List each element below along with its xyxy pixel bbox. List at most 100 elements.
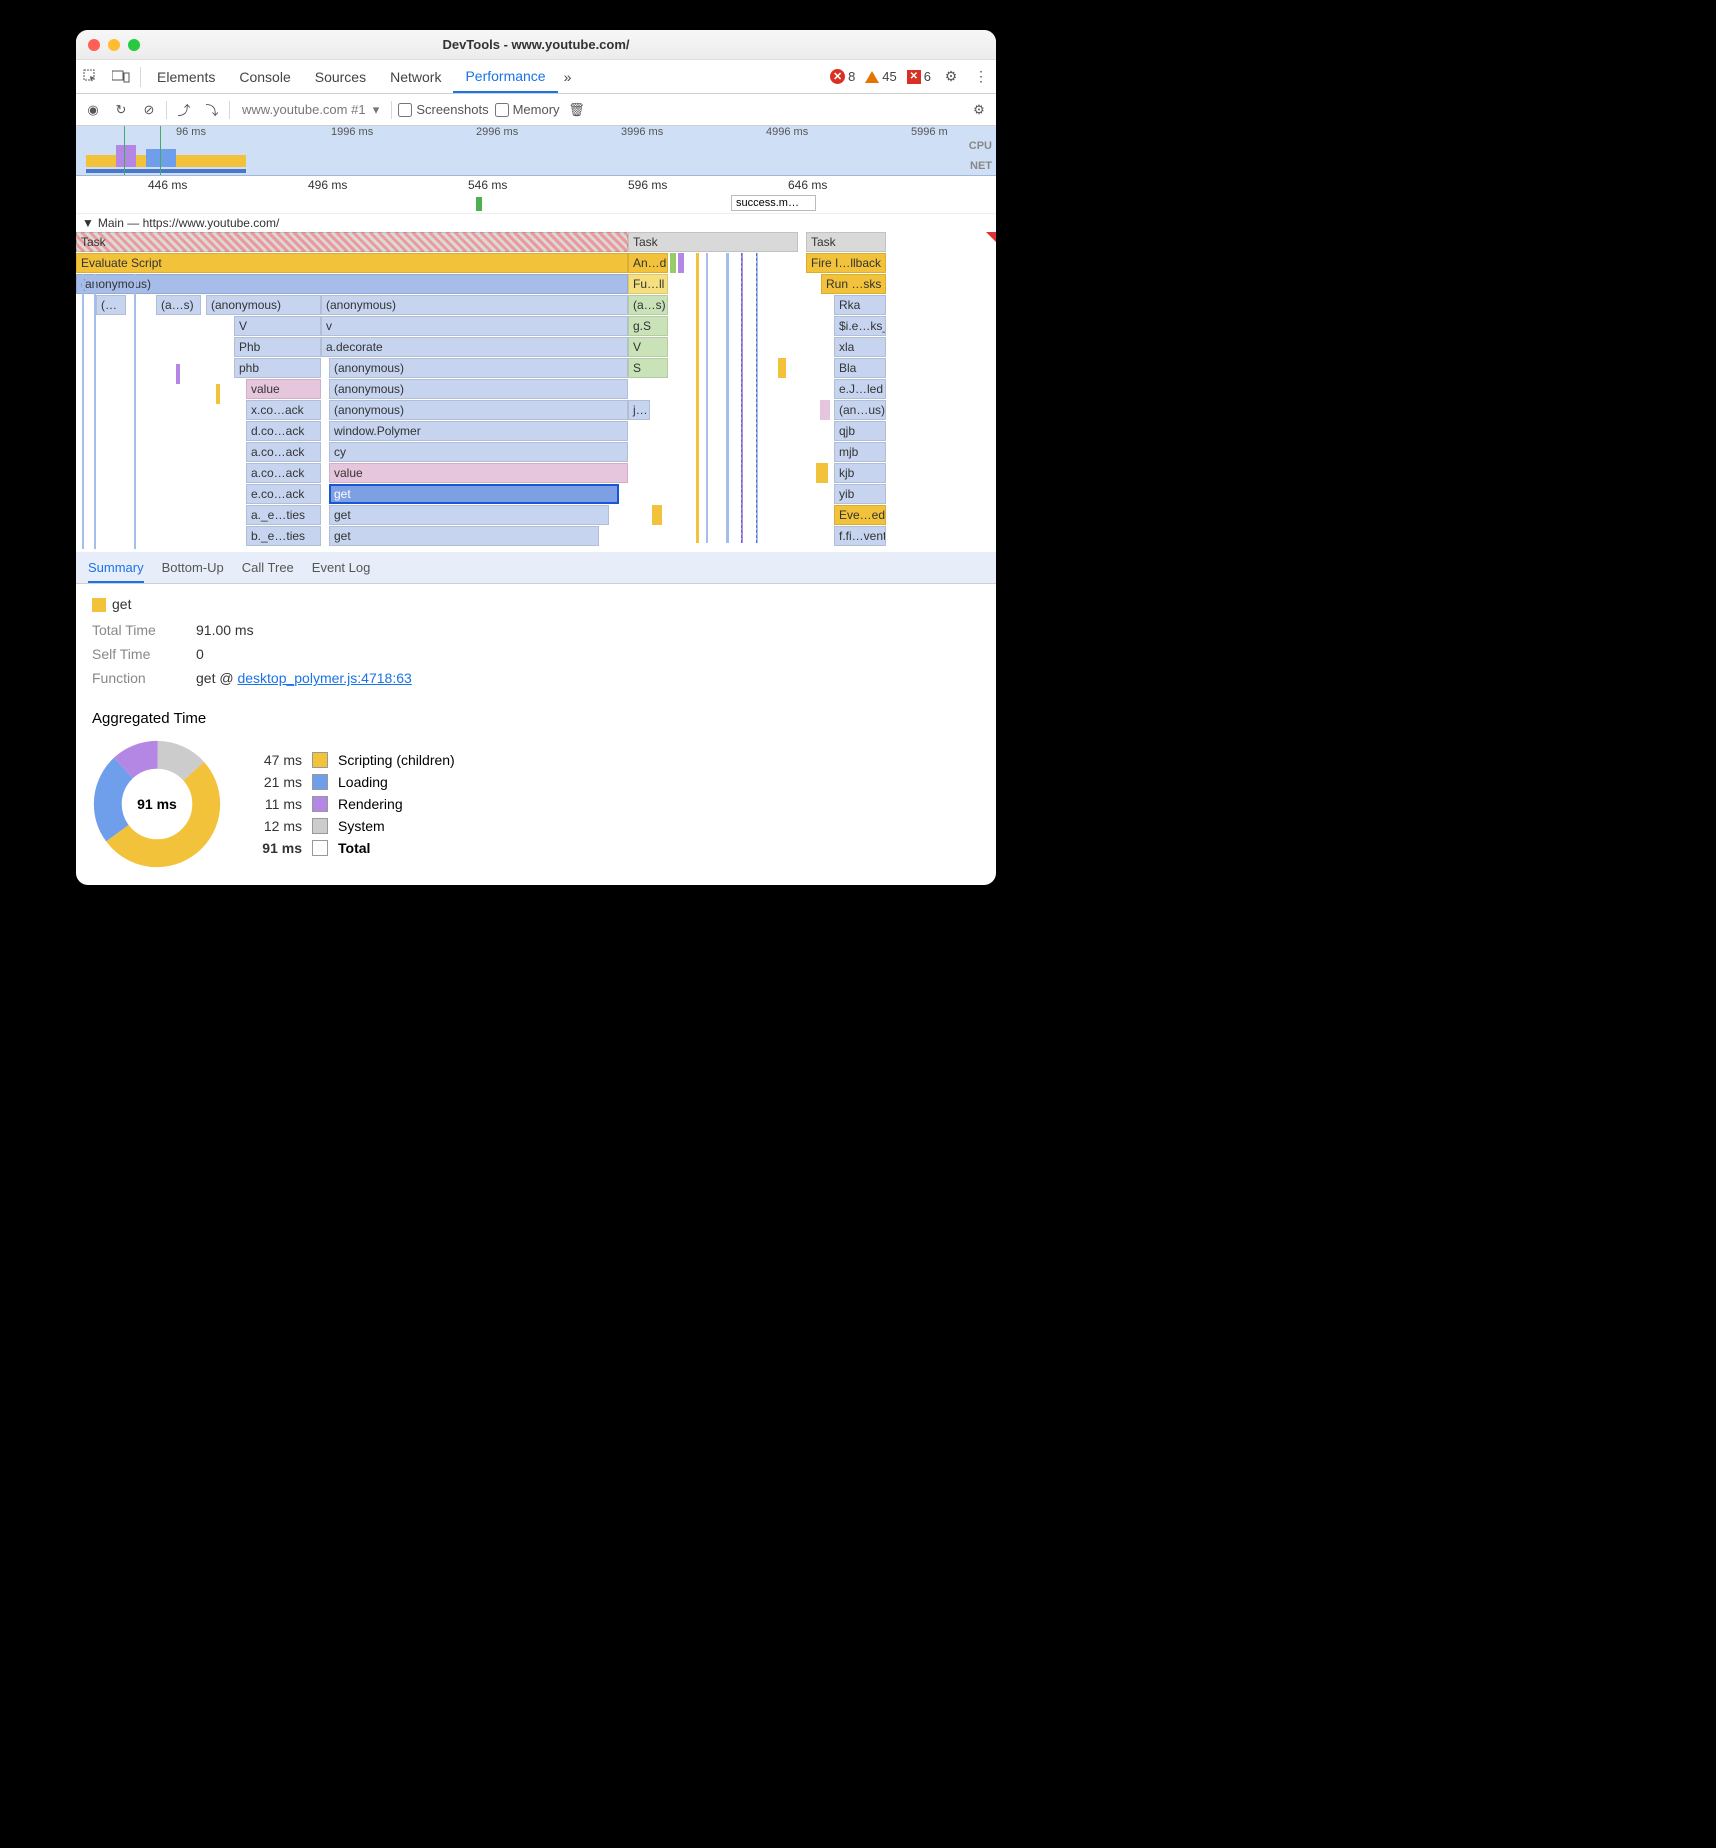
flame-block[interactable]: get [329,526,599,546]
flame-block[interactable]: cy [329,442,628,462]
legend-swatch [312,840,328,856]
flame-chart[interactable]: Task Task Task Evaluate Script An…d Fire… [76,232,996,552]
flame-block[interactable]: V [628,337,668,357]
flame-block[interactable]: qjb [834,421,886,441]
network-request-chip[interactable]: success.m… [731,195,816,211]
flame-evaluate-script[interactable]: Evaluate Script [76,253,628,273]
tab-network[interactable]: Network [378,60,453,93]
flame-block[interactable]: value [329,463,628,483]
upload-icon[interactable]: ⤴ [173,100,195,119]
warning-count[interactable]: 45 [860,69,901,84]
flame-block[interactable]: d.co…ack [246,421,321,441]
more-tabs-icon[interactable]: » [558,60,578,93]
flame-block[interactable]: (an…us) [834,400,886,420]
flame-task[interactable]: Task [806,232,886,252]
detail-tab-eventlog[interactable]: Event Log [312,560,371,575]
flame-sliver[interactable] [778,358,786,378]
flame-block[interactable]: e.co…ack [246,484,321,504]
screenshots-checkbox[interactable]: Screenshots [398,102,488,117]
flame-block-selected[interactable]: get [329,484,619,504]
flame-block[interactable]: kjb [834,463,886,483]
flame-block[interactable]: An…d [628,253,668,273]
flame-block[interactable]: (anonymous) [321,295,628,315]
detail-tab-calltree[interactable]: Call Tree [242,560,294,575]
memory-label: Memory [513,102,560,117]
main-track-header[interactable]: ▼ Main — https://www.youtube.com/ [76,214,996,232]
maximize-icon[interactable] [128,39,140,51]
flame-block[interactable]: S [628,358,668,378]
function-link[interactable]: desktop_polymer.js:4718:63 [237,670,411,686]
flame-block[interactable]: a.decorate [321,337,628,357]
inspect-icon[interactable] [76,60,106,93]
record-icon[interactable]: ◉ [82,102,104,118]
flame-sliver[interactable] [820,400,830,420]
flame-block[interactable]: Rka [834,295,886,315]
flame-block[interactable]: V [234,316,321,336]
reload-icon[interactable]: ↻ [110,102,132,118]
flame-block[interactable]: get [329,505,609,525]
perf-settings-icon[interactable]: ⚙ [968,102,990,118]
tab-elements[interactable]: Elements [145,60,227,93]
flame-block[interactable]: f.fi…vent [834,526,886,546]
flame-block[interactable]: (a…s) [628,295,668,315]
flame-block[interactable]: (anonymous) [329,400,628,420]
flame-block[interactable]: (anonymous) [329,358,628,378]
flame-block[interactable]: a._e…ties [246,505,321,525]
close-icon[interactable] [88,39,100,51]
time-ruler[interactable]: 446 ms 496 ms 546 ms 596 ms 646 ms [76,176,996,196]
flame-block[interactable]: Run …sks [821,274,886,294]
flame-block[interactable]: g.S [628,316,668,336]
flame-block[interactable]: Fire I…llback [806,253,886,273]
flame-sliver[interactable] [816,463,828,483]
memory-checkbox[interactable]: Memory [495,102,560,117]
tab-console[interactable]: Console [227,60,302,93]
screenshots-label: Screenshots [416,102,488,117]
flame-block[interactable]: (a…s) [156,295,201,315]
flame-block[interactable]: mjb [834,442,886,462]
detail-tab-summary[interactable]: Summary [88,560,144,583]
kebab-icon[interactable]: ⋮ [966,60,996,93]
flame-block[interactable]: (anonymous) [76,274,628,294]
detail-tab-bottomup[interactable]: Bottom-Up [162,560,224,575]
target-select[interactable]: www.youtube.com #1 ▾ [236,102,385,118]
settings-icon[interactable]: ⚙ [936,60,966,93]
minimize-icon[interactable] [108,39,120,51]
flame-task[interactable]: Task [76,232,628,252]
overview-timeline[interactable]: 96 ms 1996 ms 2996 ms 3996 ms 4996 ms 59… [76,126,996,176]
flame-block[interactable]: Bla [834,358,886,378]
flame-task[interactable]: Task [628,232,798,252]
gc-icon[interactable]: 🗑 [566,102,588,118]
network-lane[interactable]: success.m… [76,194,996,214]
flame-sliver[interactable] [678,253,684,273]
flame-block[interactable]: window.Polymer [329,421,628,441]
flame-block[interactable]: (anonymous) [206,295,321,315]
flame-block[interactable]: a.co…ack [246,463,321,483]
flame-block[interactable]: phb [234,358,321,378]
flame-block[interactable]: xla [834,337,886,357]
network-request-marker[interactable] [476,197,482,211]
flame-sliver[interactable] [652,505,662,525]
tab-sources[interactable]: Sources [303,60,378,93]
flame-block[interactable]: j… [628,400,650,420]
flame-block[interactable]: yib [834,484,886,504]
flame-block[interactable]: v [321,316,628,336]
flame-block[interactable]: Phb [234,337,321,357]
violation-count[interactable]: ✕6 [902,69,936,84]
flame-block[interactable]: Eve…ed [834,505,886,525]
flame-block[interactable]: $i.e…ks_ [834,316,886,336]
download-icon[interactable]: ⤵ [201,100,223,119]
error-count[interactable]: ✕8 [825,69,860,84]
flame-block[interactable]: b._e…ties [246,526,321,546]
clear-icon[interactable]: ⊘ [138,102,160,118]
flame-block[interactable]: a.co…ack [246,442,321,462]
flame-block[interactable]: (anonymous) [329,379,628,399]
flame-block[interactable]: Fu…ll [628,274,668,294]
tab-performance[interactable]: Performance [453,60,557,93]
flame-block[interactable]: (… [96,295,126,315]
flame-block[interactable]: x.co…ack [246,400,321,420]
device-icon[interactable] [106,60,136,93]
flame-sliver[interactable] [670,253,676,273]
flame-block[interactable]: e.J…led [834,379,886,399]
flame-block[interactable]: value [246,379,321,399]
window-title: DevTools - www.youtube.com/ [76,37,996,52]
